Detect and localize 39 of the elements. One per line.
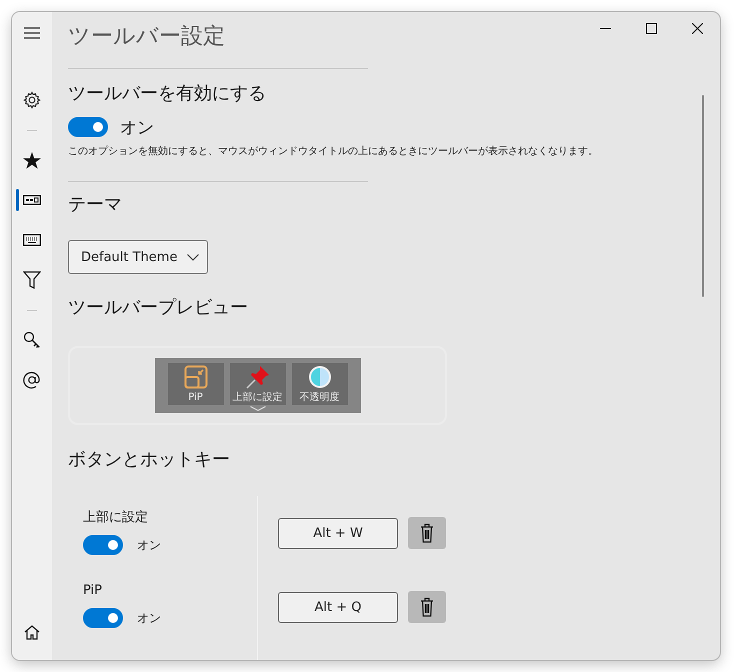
hotkey-field[interactable]: Alt + Q [278, 592, 398, 623]
key-icon [23, 331, 41, 349]
toggle-label: オン [137, 610, 161, 626]
toggle-label: オン [120, 116, 154, 138]
toolbar-button-label: PiP [188, 392, 203, 404]
filter-icon [23, 271, 41, 289]
picture-in-picture-icon [184, 365, 208, 389]
theme-dropdown[interactable]: Default Theme [68, 240, 208, 274]
toggle-switch[interactable] [83, 608, 123, 628]
page-title: ツールバー設定 [68, 23, 225, 51]
pushpin-icon [246, 365, 270, 389]
hotkey-field[interactable]: Alt + W [278, 518, 398, 549]
toolbar-icon [23, 195, 41, 205]
section-heading: ツールバーを有効にする [68, 82, 267, 106]
button-name: 上部に設定 [83, 509, 149, 527]
section-heading: ボタンとホットキー [68, 448, 231, 472]
description-text: このオプションを無効にすると、マウスがウィンドウタイトルの上にあるときにツールバーが表示されなくなります。 [68, 144, 598, 159]
chevron-down-icon [187, 254, 200, 260]
toggle-switch[interactable] [83, 535, 123, 555]
chevron-down-icon [250, 406, 266, 411]
section-heading: ツールバープレビュー [68, 296, 249, 320]
half-circle-icon [308, 365, 332, 389]
toggle-label: オン [137, 536, 161, 554]
trash-icon [420, 597, 434, 617]
star-icon [23, 152, 41, 168]
close-icon [692, 22, 702, 34]
scrollbar[interactable] [702, 95, 704, 297]
delete-button[interactable] [408, 517, 446, 549]
trash-icon [420, 523, 434, 543]
toolbar-button-label: 上部に設定 [232, 392, 282, 404]
button-name: PiP [83, 582, 104, 600]
maximize-icon [646, 22, 656, 34]
section-heading: テーマ [68, 193, 123, 217]
delete-button[interactable] [408, 591, 446, 623]
toolbar-button-label: 不透明度 [300, 392, 340, 404]
keyboard-icon [23, 234, 41, 246]
toggle-switch[interactable] [68, 117, 108, 137]
at-sign-icon [23, 371, 41, 389]
settings-icon [23, 91, 41, 109]
